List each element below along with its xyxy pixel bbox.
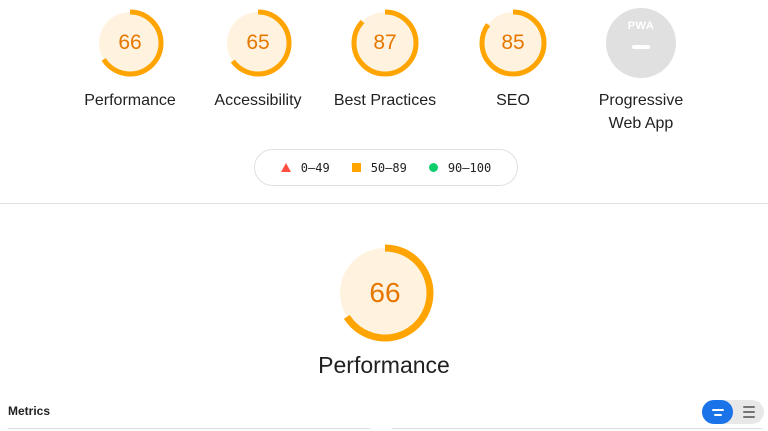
legend-range-pass: 90–100 [447,160,492,175]
performance-gauge: 66 [95,8,165,78]
category-best-practices[interactable]: 87 Best Practices [323,8,447,112]
best-practices-gauge: 87 [350,8,420,78]
legend-item-fail: 0–49 [280,160,330,175]
best-practices-score: 87 [373,31,397,54]
performance-score: 66 [118,31,142,54]
accessibility-gauge: 65 [223,8,293,78]
legend-item-average: 50–89 [351,160,407,175]
seo-label: SEO [496,92,530,109]
section-divider [0,203,768,204]
metrics-view-toggle[interactable] [702,400,764,424]
category-performance[interactable]: 66 Performance [68,8,192,112]
pwa-badge-text: PWA [627,20,655,32]
triangle-icon [280,163,291,172]
category-seo[interactable]: 85 SEO [451,8,575,112]
pwa-badge-icon: PWA [606,8,676,78]
main-performance-score: 66 [369,277,401,308]
score-scale-legend: 0–49 50–89 90–100 [254,149,518,186]
metrics-heading: Metrics [8,404,51,418]
accessibility-label: Accessibility [214,92,302,109]
pwa-gauge: PWA [606,8,676,78]
pwa-label-line2: Web App [608,115,674,132]
category-accessibility[interactable]: 65 Accessibility [196,8,320,112]
pwa-dash-icon [632,45,650,49]
compact-view-button[interactable] [733,400,764,424]
legend-range-fail: 0–49 [300,160,330,175]
performance-label: Performance [84,92,176,109]
seo-score: 85 [501,31,525,54]
legend-item-pass: 90–100 [428,160,492,175]
expanded-view-button[interactable] [702,400,733,424]
accessibility-score: 65 [246,31,270,54]
pwa-label-line1: Progressive [598,92,684,109]
square-icon [351,163,361,172]
main-performance-title: Performance [318,352,450,378]
category-pwa[interactable]: PWA Progressive Web App [579,8,703,135]
main-performance-gauge: 66 [335,243,435,343]
seo-gauge: 85 [478,8,548,78]
circle-icon [428,163,438,172]
legend-range-average: 50–89 [370,160,407,175]
metrics-rule-right [392,428,762,429]
metrics-rule-left [8,428,370,429]
best-practices-label: Best Practices [333,92,437,109]
pwa-label: Progressive Web App [579,89,703,135]
